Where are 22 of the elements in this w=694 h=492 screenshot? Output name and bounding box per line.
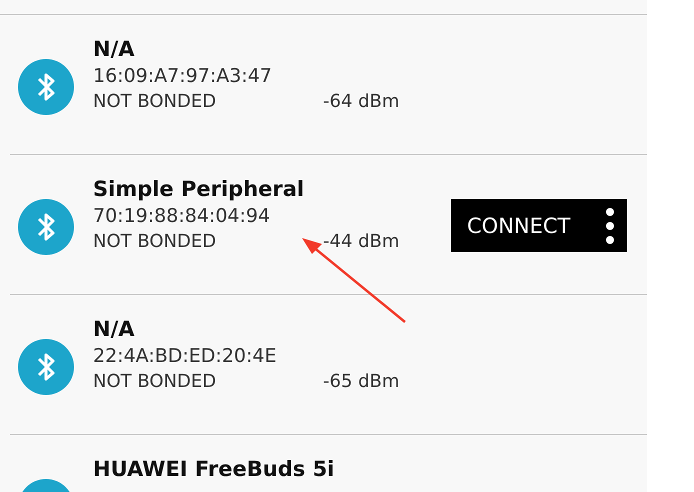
bond-state: NOT BONDED — [93, 371, 218, 392]
device-name: N/A — [93, 37, 136, 61]
device-row[interactable]: HUAWEI FreeBuds 5i — [10, 435, 647, 492]
device-name: Simple Peripheral — [93, 177, 306, 201]
device-row[interactable]: N/A 16:09:A7:97:A3:47 NOT BONDED -64 dBm — [10, 15, 647, 155]
device-row[interactable]: Simple Peripheral 70:19:88:84:04:94 NOT BONDED -44 dBm CONNECT — [10, 155, 647, 295]
bond-state: NOT BONDED — [93, 91, 218, 112]
signal-strength: -44 dBm — [323, 231, 400, 252]
device-address: 16:09:A7:97:A3:47 — [93, 65, 273, 87]
bluetooth-icon — [18, 199, 74, 255]
signal-strength: -64 dBm — [323, 91, 400, 112]
bluetooth-icon — [18, 339, 74, 395]
device-name: N/A — [93, 317, 136, 341]
device-name: HUAWEI FreeBuds 5i — [93, 457, 334, 481]
signal-strength: -65 dBm — [323, 371, 400, 392]
connect-button[interactable]: CONNECT — [451, 214, 570, 238]
device-address: 70:19:88:84:04:94 — [93, 205, 272, 227]
bond-state: NOT BONDED — [93, 231, 218, 252]
device-address: 22:4A:BD:ED:20:4E — [93, 345, 278, 367]
device-row[interactable]: N/A 22:4A:BD:ED:20:4E NOT BONDED -65 dBm — [10, 295, 647, 435]
bluetooth-icon — [18, 59, 74, 115]
more-icon[interactable] — [605, 206, 615, 246]
